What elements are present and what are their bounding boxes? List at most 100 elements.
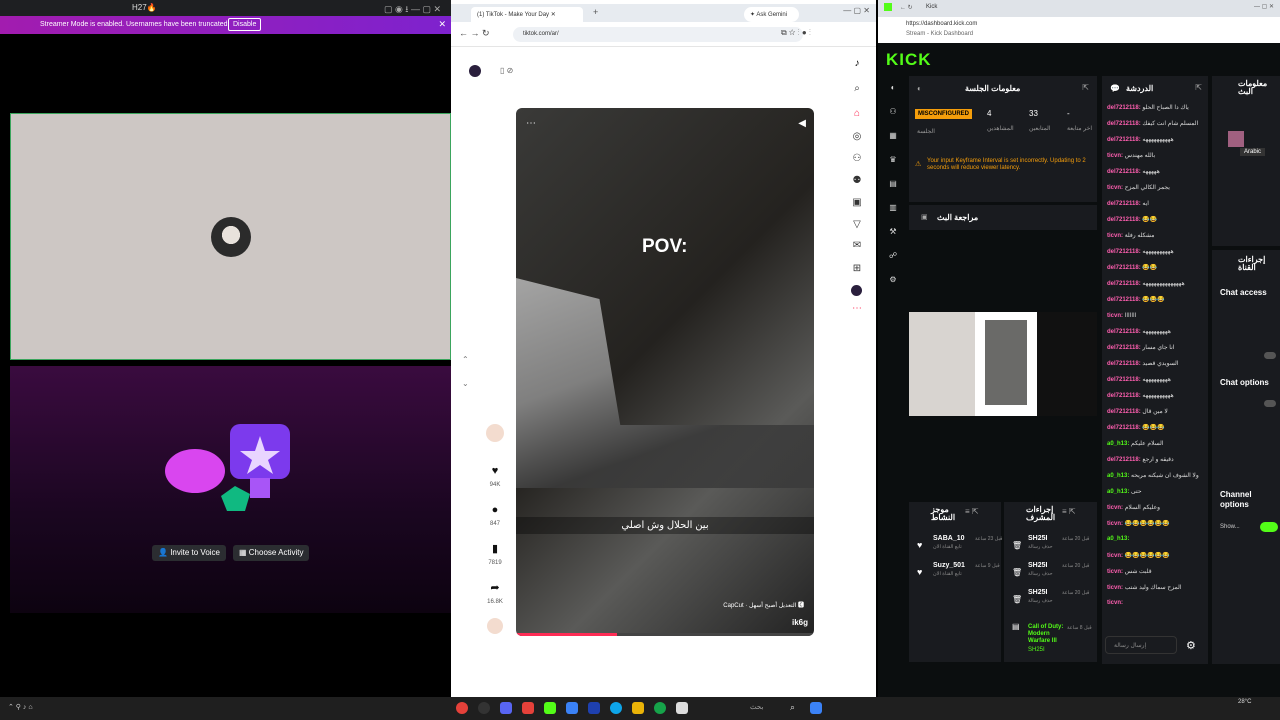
nav-buttons[interactable]: ← ↻ (900, 4, 913, 11)
save-button[interactable]: ▮ 7819 (484, 543, 506, 566)
chat-options-toggle[interactable] (1264, 400, 1276, 407)
home-icon[interactable]: ⌂ (851, 108, 863, 120)
chat-username[interactable]: del7212118: (1107, 169, 1141, 175)
share-button[interactable]: ➦ 16.8K (484, 582, 506, 605)
tab-tiktok[interactable]: (1) TikTok - Make Your Day ✕ (471, 7, 583, 22)
chat-username[interactable]: ticvn: (1107, 313, 1123, 319)
expand-icon[interactable]: ⇱ (1082, 83, 1089, 92)
taskbar-search[interactable]: بحث (750, 703, 763, 711)
chat-username[interactable]: del7212118: (1107, 137, 1141, 143)
activity-icon[interactable]: ⊞ (851, 263, 863, 275)
chat-username[interactable]: del7212118: (1107, 425, 1141, 431)
tab-kick[interactable]: Kick (926, 4, 937, 10)
kick-logo[interactable]: KICK (886, 50, 932, 70)
friends-icon[interactable]: ⚉ (851, 175, 863, 187)
app-icon[interactable] (478, 702, 490, 714)
chat-username[interactable]: del7212118: (1107, 393, 1141, 399)
url-input[interactable]: tiktok.com/ar/ (513, 27, 803, 42)
profile-icon[interactable] (469, 65, 481, 77)
ask-gemini-button[interactable]: ✦ Ask Gemini (744, 7, 799, 22)
chat-username[interactable]: del7212118: (1107, 361, 1141, 367)
mute-icon[interactable]: ◀ (798, 118, 806, 129)
invite-to-voice-button[interactable]: 👤 Invite to Voice (152, 545, 226, 561)
folder-icon[interactable] (632, 702, 644, 714)
youtube-icon[interactable] (522, 702, 534, 714)
like-button[interactable]: ♥ 94K (484, 465, 506, 488)
chat-username[interactable]: a0_h13: (1107, 473, 1129, 479)
chat-username[interactable]: a0_h13: (1107, 489, 1129, 495)
sound-avatar[interactable] (484, 618, 506, 638)
choose-activity-button[interactable]: ▦ Choose Activity (233, 545, 310, 561)
chat-username[interactable]: ticvn: (1107, 585, 1123, 591)
tray-left[interactable]: ⌃ ⚲ ♪ ⌂ (8, 703, 33, 711)
window-controls[interactable]: — ▢ ✕ (843, 6, 870, 15)
filter-icon[interactable]: ≡ ⇱ (1062, 507, 1076, 516)
next-video-icon[interactable]: ⌄ (462, 379, 469, 388)
following-icon[interactable]: ⚇ (851, 153, 863, 165)
more-icon[interactable]: ⋯ (526, 118, 536, 129)
address-bar[interactable]: https://dashboard.kick.com Stream - Kick… (878, 17, 1280, 43)
chat-username[interactable]: a0_h13: (1107, 441, 1129, 447)
expand-icon[interactable]: ⇱ (1195, 83, 1202, 92)
chat-access-toggle[interactable] (1264, 352, 1276, 359)
nav-buttons[interactable]: ← → ↻ (459, 28, 490, 39)
chat-username[interactable]: ticvn: (1107, 233, 1123, 239)
new-tab-icon[interactable]: + (593, 7, 598, 17)
chat-username[interactable]: del7212118: (1107, 217, 1141, 223)
kick-icon[interactable] (544, 702, 556, 714)
creator-avatar[interactable] (484, 424, 506, 446)
chat-username[interactable]: ticvn: (1107, 553, 1123, 559)
filter-icon[interactable]: ≡ ⇱ (965, 507, 979, 516)
chat-username[interactable]: ticvn: (1107, 185, 1123, 191)
chrome-icon[interactable] (456, 702, 468, 714)
chat-username[interactable]: del7212118: (1107, 409, 1141, 415)
app-icons[interactable]: ▯ ⊘ (500, 66, 513, 75)
chat-username[interactable]: ticvn: (1107, 600, 1123, 606)
window-controls[interactable]: — ▢ ✕ (1254, 3, 1274, 10)
chat-username[interactable]: del7212118: (1107, 457, 1141, 463)
browser-toolbar-icons[interactable]: ⧉ ☆ ⋮ ● ⋮ (781, 28, 811, 38)
prev-video-icon[interactable]: ⌃ (462, 355, 469, 364)
chat-username[interactable]: del7212118: (1107, 281, 1141, 287)
video-player[interactable]: ⋯ ◀ POV: بين الحلال وش اصلي CapCut · الت… (516, 108, 814, 636)
app-icon[interactable] (588, 702, 600, 714)
more-icon[interactable]: ⋯ (851, 303, 863, 315)
tiktok-logo-icon[interactable]: ♪ (851, 58, 863, 70)
upload-icon[interactable]: ▽ (851, 219, 863, 231)
chat-username[interactable]: del7212118: (1107, 265, 1141, 271)
settings-icon[interactable]: ⚙ (1186, 639, 1196, 652)
disable-button[interactable]: Disable (228, 18, 262, 31)
chat-username[interactable]: ticvn: (1107, 505, 1123, 511)
comment-button[interactable]: ● 847 (484, 504, 506, 527)
chat-username[interactable]: del7212118: (1107, 377, 1141, 383)
search-icon[interactable]: ⌕ (851, 83, 863, 95)
search-icon[interactable]: ⌕ (790, 702, 795, 713)
chat-username[interactable]: del7212118: (1107, 121, 1141, 127)
edge-icon[interactable] (610, 702, 622, 714)
windows-start-icon[interactable] (810, 702, 822, 714)
chat-username[interactable]: del7212118: (1107, 249, 1141, 255)
chat-username[interactable]: del7212118: (1107, 201, 1141, 207)
messages-icon[interactable]: ✉ (851, 240, 863, 252)
chat-username[interactable]: ticvn: (1107, 521, 1123, 527)
explore-icon[interactable]: ◎ (851, 131, 863, 143)
profile-rail-icon[interactable] (851, 285, 862, 296)
chat-username[interactable]: del7212118: (1107, 105, 1141, 111)
chat-username[interactable]: del7212118: (1107, 345, 1141, 351)
chat-input[interactable]: إرسال رسالة (1105, 636, 1177, 654)
progress-bar[interactable] (516, 633, 814, 636)
stream-preview[interactable] (909, 312, 1097, 416)
chat-username[interactable]: del7212118: (1107, 329, 1141, 335)
live-icon[interactable]: ▣ (851, 197, 863, 209)
close-icon[interactable]: ✕ (438, 19, 446, 30)
show-toggle[interactable] (1260, 522, 1278, 532)
chat-username[interactable]: del7212118: (1107, 297, 1141, 303)
dashboard-icon-rail[interactable]: ◐ ⚇ ▦ ♛ ▤ ▥ ⚒ ☍ ⚙ (884, 76, 902, 286)
chat-username[interactable]: ticvn: (1107, 153, 1123, 159)
app-icon[interactable] (654, 702, 666, 714)
app-icon[interactable] (676, 702, 688, 714)
chat-username[interactable]: a0_h13: (1107, 536, 1129, 542)
chat-username[interactable]: ticvn: (1107, 569, 1123, 575)
discord-icon[interactable] (500, 702, 512, 714)
video-username[interactable]: ik6g (792, 618, 808, 627)
